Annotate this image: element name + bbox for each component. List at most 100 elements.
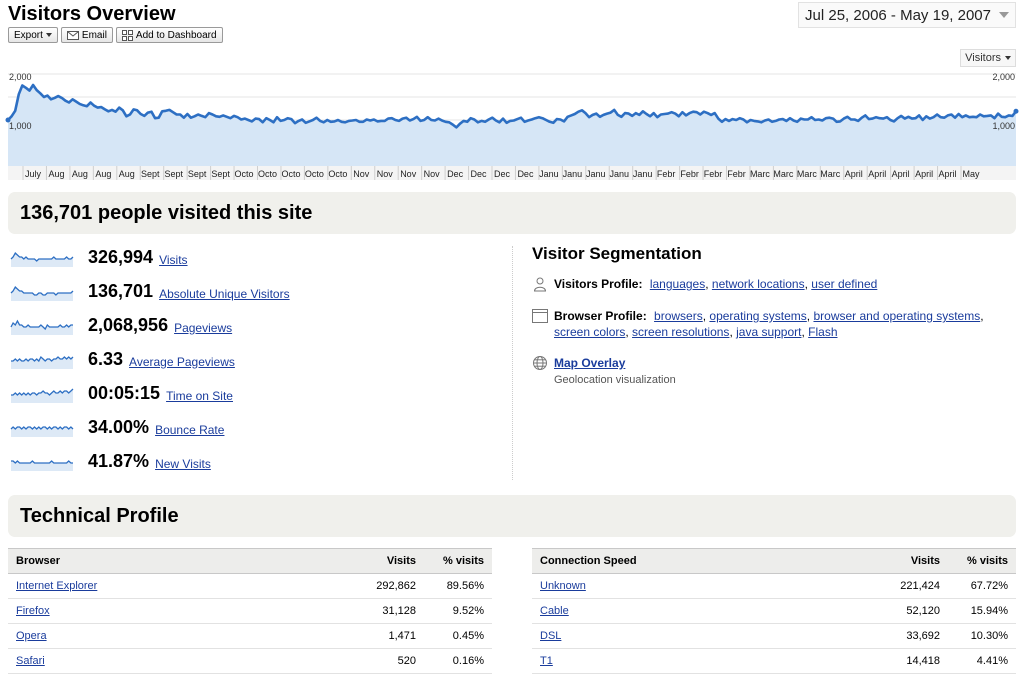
link-browser-and-os[interactable]: browser and operating systems — [813, 309, 980, 323]
table-row: Firefox 31,128 9.52% — [8, 598, 492, 624]
link-operating-systems[interactable]: operating systems — [709, 309, 806, 323]
browser-link[interactable]: Internet Explorer — [16, 580, 97, 592]
x-tick-label: Marc — [797, 169, 817, 179]
x-tick-label: Nov — [377, 169, 394, 179]
x-tick-label: April — [845, 169, 863, 179]
x-tick-label: Marc — [820, 169, 840, 179]
link-flash[interactable]: Flash — [808, 325, 837, 339]
visits-cell: 31,128 — [318, 598, 424, 624]
x-tick-label: Nov — [353, 169, 370, 179]
metric-link-new-visits[interactable]: New Visits — [155, 457, 211, 471]
link-browsers[interactable]: browsers — [654, 309, 703, 323]
x-tick-label: Octo — [281, 169, 300, 179]
table-row: Cable 52,120 15.94% — [532, 598, 1016, 624]
sparkline-area — [11, 321, 73, 335]
export-button[interactable]: Export — [8, 27, 58, 43]
column-header-browser[interactable]: Browser — [8, 548, 318, 574]
page-title: Visitors Overview — [8, 3, 176, 25]
x-tick-label: Janu — [539, 169, 559, 179]
sparkline — [10, 319, 73, 335]
date-range-picker[interactable]: Jul 25, 2006 - May 19, 2007 — [798, 2, 1016, 28]
x-tick-label: Sept — [164, 169, 183, 179]
link-user-defined[interactable]: user defined — [811, 277, 877, 291]
x-tick-label: Dec — [517, 169, 534, 179]
percent-cell: 0.16% — [424, 648, 492, 674]
link-languages[interactable]: languages — [650, 277, 705, 291]
visitors-profile-label: Visitors Profile: — [554, 277, 643, 291]
percent-cell: 89.56% — [424, 573, 492, 599]
x-tick-label: Aug — [72, 169, 88, 179]
browser-window-icon — [532, 309, 548, 323]
x-tick-label: Janu — [563, 169, 583, 179]
graph-metric-label: Visitors — [965, 52, 1001, 64]
date-range-text: Jul 25, 2006 - May 19, 2007 — [805, 6, 991, 24]
add-to-dashboard-label: Add to Dashboard — [135, 29, 217, 41]
x-tick-label: Marc — [773, 169, 793, 179]
metric-link-unique-visitors[interactable]: Absolute Unique Visitors — [159, 287, 290, 301]
browser-link[interactable]: Firefox — [16, 605, 50, 617]
connection-link[interactable]: DSL — [540, 630, 561, 642]
link-map-overlay[interactable]: Map Overlay — [554, 356, 625, 370]
column-header-visits[interactable]: Visits — [842, 548, 948, 574]
person-icon — [533, 277, 547, 292]
column-header-percent-visits[interactable]: % visits — [424, 548, 492, 574]
x-tick-label: Febr — [727, 169, 746, 179]
x-tick-label: Febr — [680, 169, 699, 179]
visitor-segmentation-title: Visitor Segmentation — [532, 244, 702, 263]
browser-link[interactable]: Safari — [16, 655, 45, 667]
metric-link-average-pageviews[interactable]: Average Pageviews — [129, 355, 235, 369]
visits-cell: 33,692 — [842, 623, 948, 649]
percent-cell: 67.72% — [948, 573, 1016, 599]
x-tick-label: April — [939, 169, 957, 179]
metric-row-visits: 326,994 Visits — [10, 245, 188, 269]
column-header-percent-visits[interactable]: % visits — [948, 548, 1016, 574]
browser-table: Browser Visits % visits Internet Explore… — [8, 548, 492, 674]
metric-value: 6.33 — [88, 348, 124, 369]
x-tick-label: Sept — [211, 169, 230, 179]
table-row: Safari 520 0.16% — [8, 648, 492, 674]
x-tick-label: Nov — [400, 169, 417, 179]
column-header-connection-speed[interactable]: Connection Speed — [532, 548, 842, 574]
metric-link-pageviews[interactable]: Pageviews — [174, 321, 232, 335]
x-tick-label: Aug — [119, 169, 135, 179]
metric-row-unique-visitors: 136,701 Absolute Unique Visitors — [10, 279, 290, 303]
sparkline — [11, 460, 73, 471]
technical-profile-title: Technical Profile — [8, 495, 1016, 537]
link-screen-colors[interactable]: screen colors — [554, 325, 625, 339]
sparkline — [10, 251, 74, 267]
x-tick-label: Octo — [328, 169, 347, 179]
link-screen-resolutions[interactable]: screen resolutions — [632, 325, 729, 339]
graph-metric-select[interactable]: Visitors — [960, 49, 1016, 67]
dashboard-icon — [121, 29, 133, 41]
sparkline — [10, 426, 74, 437]
connection-link[interactable]: T1 — [540, 655, 553, 667]
add-to-dashboard-button[interactable]: Add to Dashboard — [115, 27, 223, 43]
visits-cell: 292,862 — [318, 573, 424, 599]
x-tick-label: Dec — [471, 169, 488, 179]
sparkline — [11, 355, 74, 369]
connection-link[interactable]: Cable — [540, 605, 569, 617]
connection-link[interactable]: Unknown — [540, 580, 586, 592]
email-button[interactable]: Email — [60, 27, 113, 43]
browser-profile-label: Browser Profile: — [554, 309, 647, 323]
visits-cell: 52,120 — [842, 598, 948, 624]
metric-value: 2,068,956 — [88, 314, 169, 335]
visits-cell: 221,424 — [842, 573, 948, 599]
metric-value: 00:05:15 — [88, 382, 161, 403]
metric-link-bounce-rate[interactable]: Bounce Rate — [155, 423, 224, 437]
browser-link[interactable]: Opera — [16, 630, 47, 642]
metric-value: 326,994 — [88, 246, 154, 267]
table-header-row: Connection Speed Visits % visits — [532, 548, 1016, 574]
link-network-locations[interactable]: network locations — [712, 277, 805, 291]
metric-link-visits[interactable]: Visits — [159, 253, 187, 267]
visits-cell: 14,418 — [842, 648, 948, 674]
link-java-support[interactable]: java support — [736, 325, 801, 339]
column-header-visits[interactable]: Visits — [318, 548, 424, 574]
table-row: T1 14,418 4.41% — [532, 648, 1016, 674]
percent-cell: 9.52% — [424, 598, 492, 624]
percent-cell: 0.45% — [424, 623, 492, 649]
chevron-down-icon — [999, 12, 1009, 18]
y-tick-right-2000: 2,000 — [992, 72, 1015, 82]
metric-link-time-on-site[interactable]: Time on Site — [166, 389, 233, 403]
x-tick-label: Aug — [95, 169, 111, 179]
